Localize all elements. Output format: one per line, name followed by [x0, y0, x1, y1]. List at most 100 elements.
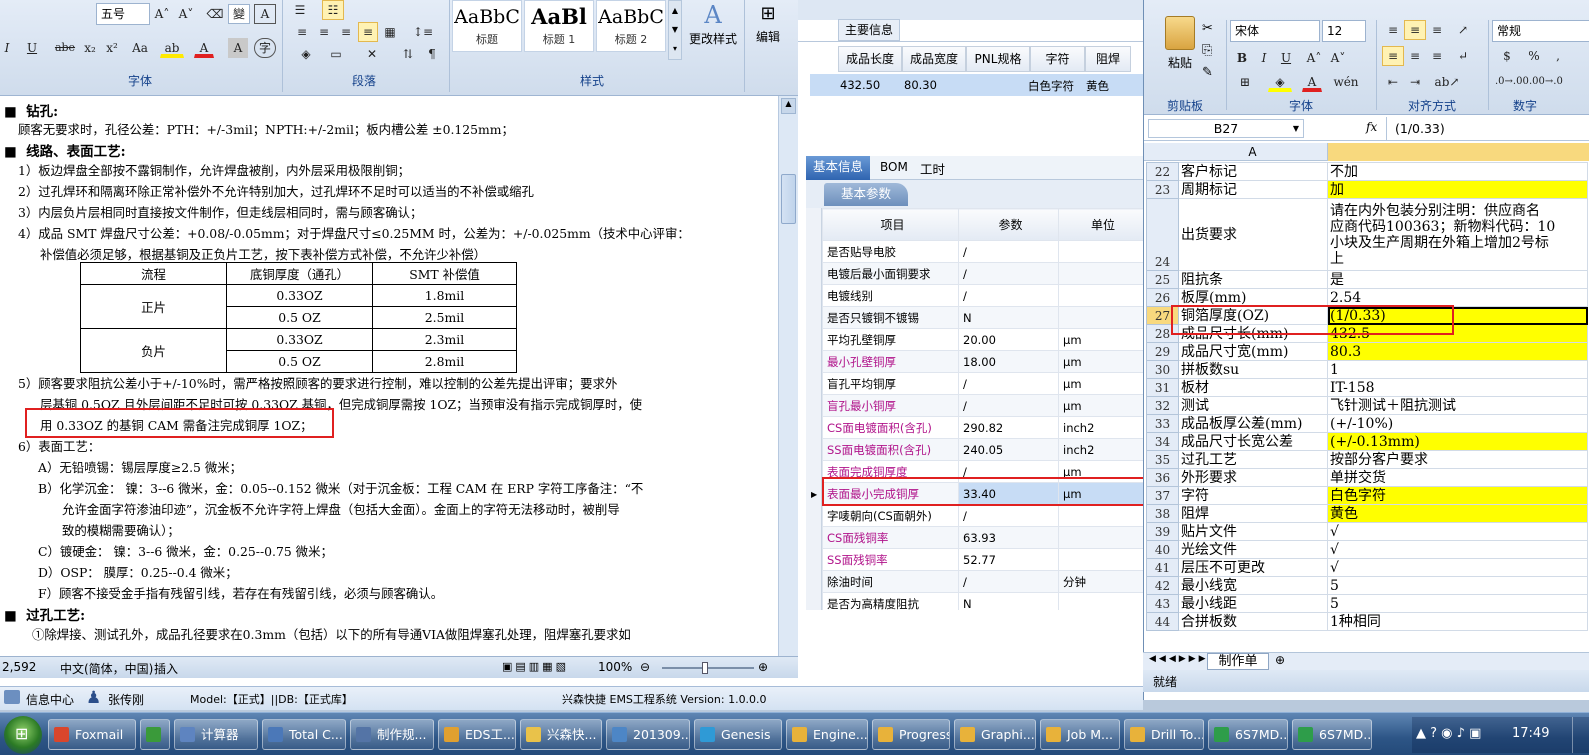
font-color-icon[interactable]: A [1302, 72, 1322, 92]
taskbar-item[interactable]: Drill To... [1124, 719, 1204, 750]
param-value[interactable]: / [958, 262, 1059, 285]
cell-a[interactable]: 测试 [1178, 396, 1328, 415]
cell-b[interactable]: 飞针测试＋阻抗测试 [1327, 396, 1588, 415]
cell-b[interactable]: 80.3 [1327, 342, 1588, 361]
change-case-button[interactable]: Aa [126, 38, 154, 58]
highlight-icon[interactable]: ab [160, 38, 184, 58]
param-value[interactable]: / [958, 504, 1059, 527]
taskbar-item[interactable]: 6S7MD... [1208, 719, 1288, 750]
taskbar-item[interactable]: 6S7MD... [1292, 719, 1372, 750]
fill-color-icon[interactable]: ◈ [1268, 72, 1292, 92]
word-count[interactable]: 2,592 [2, 660, 36, 674]
param-row[interactable]: 最小孔壁铜厚 18.00 μm [822, 350, 1144, 373]
cell-a[interactable]: 阻焊 [1178, 504, 1328, 523]
cell-b[interactable]: 不加 [1327, 162, 1588, 181]
align-center-icon[interactable]: ≡ [314, 22, 334, 42]
tray-icons[interactable]: ▲ ? ◉ ♪ ▣ [1416, 726, 1481, 741]
style-heading1[interactable]: AaBl 标题 1 [524, 0, 594, 52]
row-header[interactable]: 41 [1146, 558, 1179, 577]
cell-a[interactable]: 贴片文件 [1178, 522, 1328, 541]
taskbar-item[interactable]: Total C... [262, 719, 346, 750]
shrink-font-button[interactable]: A˅ [1328, 48, 1348, 68]
tab-basic-params[interactable]: 基本参数 [824, 183, 908, 206]
cell-a[interactable]: 字符 [1178, 486, 1328, 505]
row-header[interactable]: 40 [1146, 540, 1179, 559]
wrap-text-icon[interactable]: ↵ [1452, 46, 1474, 66]
taskbar-item[interactable]: Foxmail [48, 719, 136, 750]
excel-font-combo[interactable]: 宋体 [1230, 20, 1320, 42]
param-value[interactable]: 240.05 [958, 438, 1059, 461]
param-row[interactable]: 字唛朝向(CS面朝外) / [822, 504, 1144, 527]
numbering-icon[interactable]: ☷ [322, 0, 344, 20]
taskbar-item[interactable]: 兴森快... [520, 719, 602, 750]
param-row[interactable]: 电镀线别 / [822, 284, 1144, 307]
row-header[interactable]: 35 [1146, 450, 1179, 469]
row-header[interactable]: 31 [1146, 378, 1179, 397]
cell-b[interactable]: 白色字符 [1327, 486, 1588, 505]
underline-button[interactable]: U [1276, 48, 1296, 68]
sheet-tab[interactable]: 制作单 [1207, 653, 1269, 670]
taskbar-item[interactable]: 计算器 [174, 719, 258, 750]
param-row[interactable]: 是否只镀铜不镀锡 N [822, 306, 1144, 329]
param-value[interactable]: 18.00 [958, 350, 1059, 373]
param-value[interactable]: / [958, 240, 1059, 263]
name-box[interactable]: B27 ▼ [1148, 119, 1304, 138]
cell-b[interactable]: IT-158 [1327, 378, 1588, 397]
vertical-scrollbar[interactable]: ▲ [778, 96, 798, 656]
row-header[interactable]: 34 [1146, 432, 1179, 451]
language-indicator[interactable]: 中文(简体，中国) [60, 660, 153, 677]
zoom-in-icon[interactable]: ⊕ [758, 660, 768, 674]
cell-b[interactable]: (+/-10%) [1327, 414, 1588, 433]
param-value[interactable]: 290.82 [958, 416, 1059, 439]
zoom-out-icon[interactable]: ⊖ [640, 660, 650, 674]
param-value[interactable]: / [958, 284, 1059, 307]
taskbar-item[interactable]: 制作规... [350, 719, 434, 750]
param-value[interactable]: 20.00 [958, 328, 1059, 351]
taskbar-item[interactable]: Progress [872, 719, 950, 750]
cell-a[interactable]: 成品尺寸宽(mm) [1178, 342, 1328, 361]
align-right-icon[interactable]: ≡ [1426, 46, 1448, 66]
col-header-item[interactable]: 项目 [822, 208, 959, 241]
row-header[interactable]: 36 [1146, 468, 1179, 487]
cell-a[interactable]: 阻抗条 [1178, 270, 1328, 289]
cell-a[interactable]: 层压不可更改 [1178, 558, 1328, 577]
row-header[interactable]: 37 [1146, 486, 1179, 505]
row-header[interactable]: 29 [1146, 342, 1179, 361]
start-button[interactable]: ⊞ [4, 716, 42, 754]
param-row[interactable]: SS面残铜率 52.77 [822, 548, 1144, 571]
col-header[interactable]: 字符 [1030, 46, 1085, 72]
currency-icon[interactable]: $ [1494, 46, 1520, 66]
new-sheet-icon[interactable]: ⊕ [1275, 653, 1285, 667]
percent-icon[interactable]: % [1524, 46, 1544, 66]
row-header[interactable]: 30 [1146, 360, 1179, 379]
main-info-row[interactable]: 432.50 80.30 白色字符 黄色 [810, 74, 1143, 96]
tab-bom[interactable]: BOM [880, 160, 908, 174]
param-row[interactable]: 电镀后最小面铜要求 / [822, 262, 1144, 285]
tab-main-info[interactable]: 主要信息 [838, 19, 900, 41]
style-heading2[interactable]: AaBbC 标题 2 [596, 0, 666, 52]
col-header-b[interactable] [1328, 143, 1589, 161]
tab-hours[interactable]: 工时 [920, 159, 945, 178]
distribute-icon[interactable]: ▦ [380, 22, 400, 42]
italic-button[interactable]: I [0, 38, 14, 58]
align-right-icon[interactable]: ≡ [336, 22, 356, 42]
phonetic-icon[interactable]: wén [1332, 72, 1360, 92]
row-header[interactable]: 42 [1146, 576, 1179, 595]
info-center-link[interactable]: 信息中心 [26, 691, 74, 708]
justify-icon[interactable]: ≡ [358, 22, 378, 42]
clock[interactable]: 17:49 [1512, 726, 1549, 741]
edit-button[interactable]: ⊞ 编辑 [748, 0, 788, 64]
row-header[interactable]: 22 [1146, 162, 1179, 181]
taskbar-item[interactable]: 201309... [606, 719, 690, 750]
taskbar-item[interactable]: Graphi... [954, 719, 1036, 750]
scroll-up-icon[interactable]: ▲ [781, 98, 796, 114]
cell-b[interactable]: 1种相同 [1327, 612, 1588, 631]
insert-function-icon[interactable]: fx [1366, 120, 1377, 134]
col-header-a[interactable]: A [1178, 143, 1328, 161]
cell-b[interactable]: √ [1327, 522, 1588, 541]
row-header[interactable]: 23 [1146, 180, 1179, 199]
align-center-icon[interactable]: ≡ [1404, 46, 1426, 66]
cell-b[interactable]: 黄色 [1327, 504, 1588, 523]
cell-b[interactable]: √ [1327, 558, 1588, 577]
row-header[interactable]: 39 [1146, 522, 1179, 541]
